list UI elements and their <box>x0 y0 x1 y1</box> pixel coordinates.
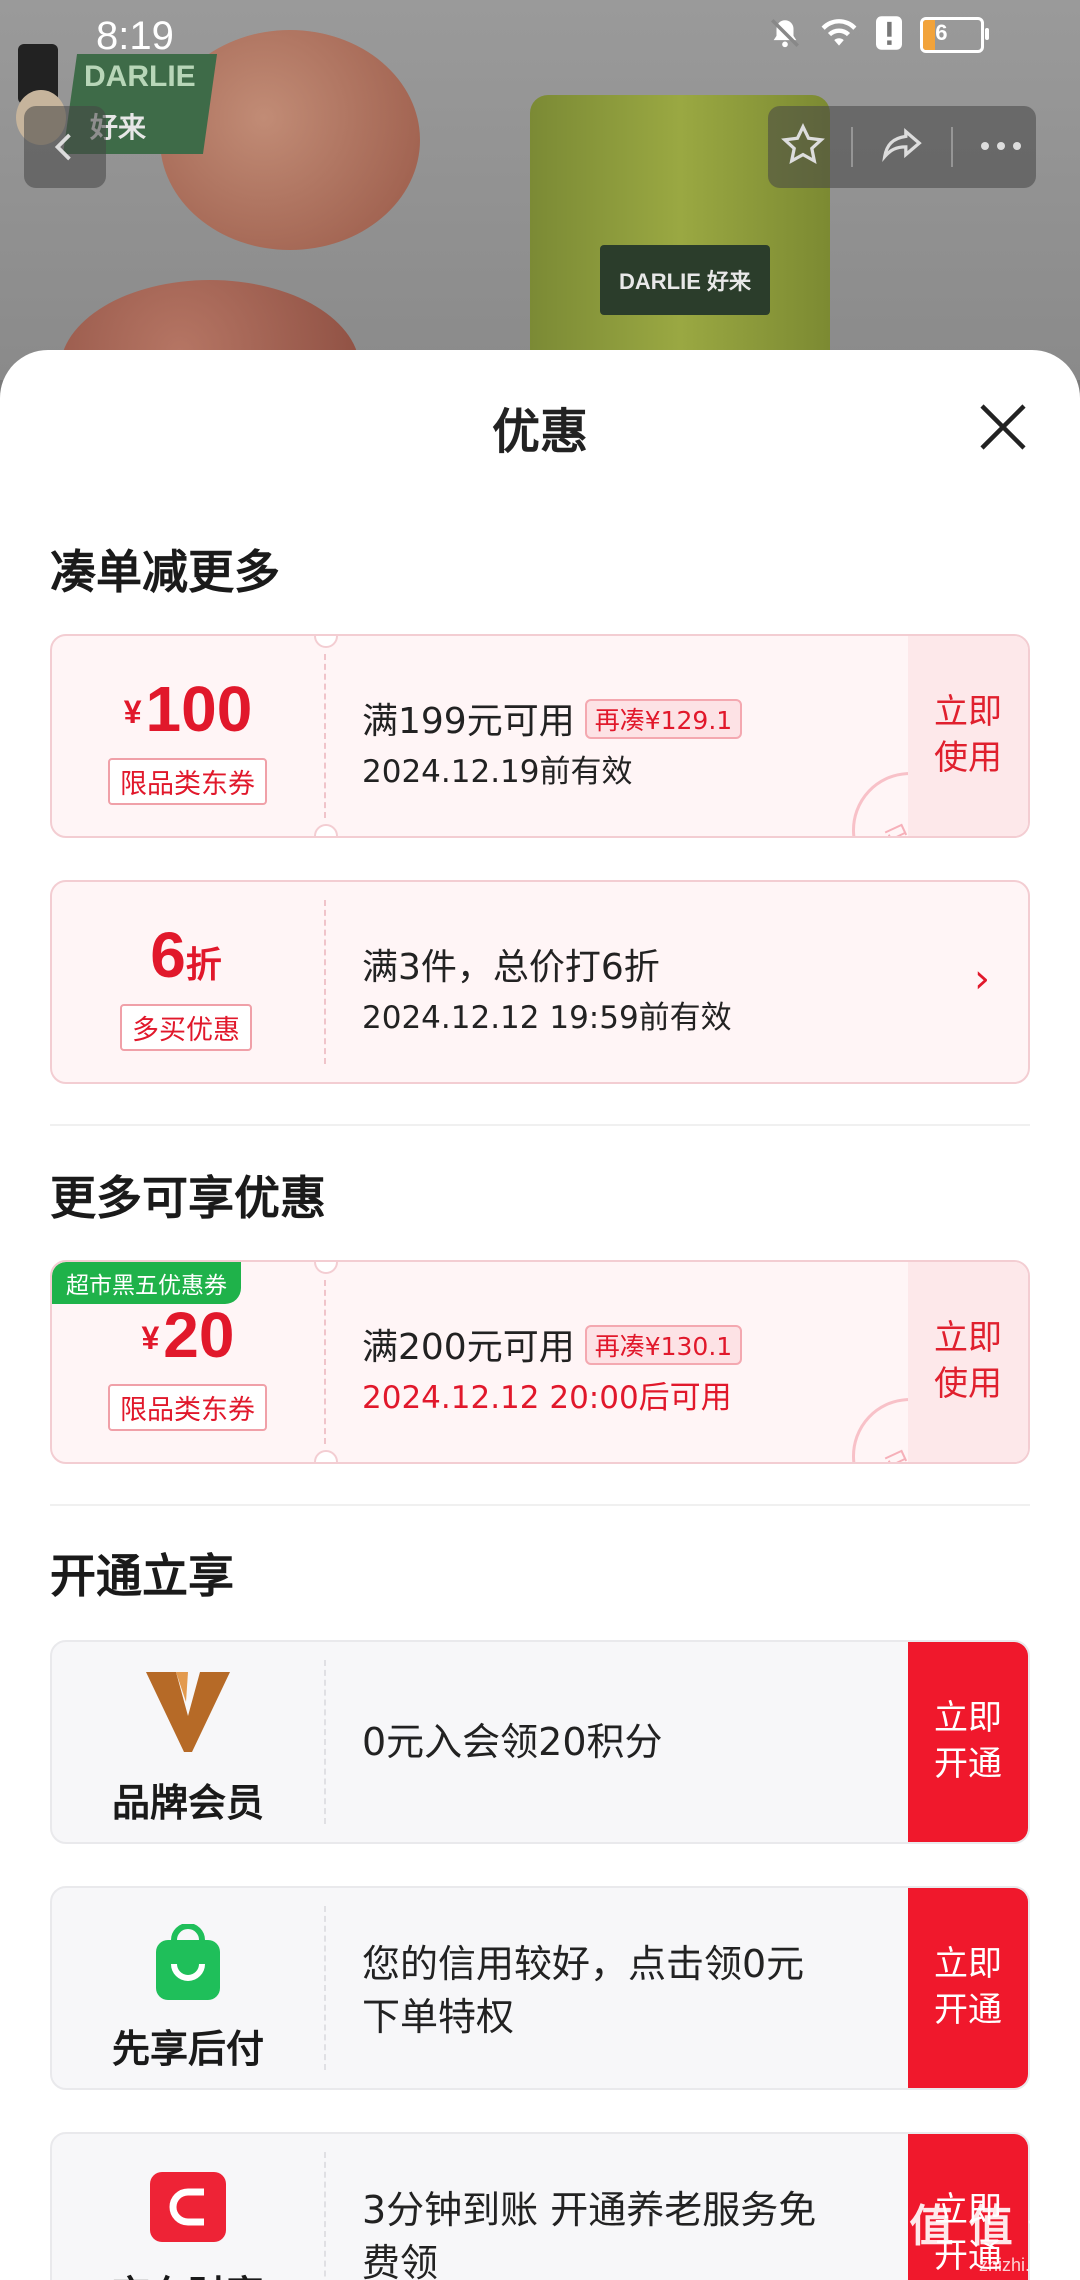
service-text: 您的信用较好，点击领0元 下单特权 <box>362 1942 805 2040</box>
section-title: 凑单减更多 <box>50 545 280 599</box>
favorite-button[interactable] <box>780 122 826 172</box>
coupon-condition: 满199元可用 再凑¥129.1 <box>362 692 743 744</box>
chevron-right-icon: › <box>974 956 990 1002</box>
coupon-amount: ¥100 <box>123 673 253 745</box>
red-wallet-icon <box>150 2172 226 2242</box>
battery-icon: 16 <box>920 17 989 53</box>
watermark-url: zhizhi.com <box>978 2255 1064 2275</box>
service-label: 品牌会员 <box>111 1781 264 1825</box>
section-title: 开通立享 <box>50 1549 234 1603</box>
wifi-icon <box>820 17 858 53</box>
activate-button[interactable]: 立即 开通 <box>908 1642 1028 1842</box>
more-button[interactable] <box>978 138 1024 157</box>
coupon-type-tag: 限品类东券 <box>108 758 267 805</box>
service-label: 京东财富 <box>52 2264 324 2280</box>
service-text: 0元入会领20积分 <box>362 1720 663 1764</box>
share-button[interactable] <box>878 122 926 172</box>
service-text: 3分钟到账 开通养老服务免 费领 <box>362 2188 817 2280</box>
chevron-left-icon <box>54 133 71 161</box>
add-more-pill: 再凑¥130.1 <box>584 1325 743 1365</box>
sheet-title: 优惠 <box>491 404 588 460</box>
promotions-sheet: 优惠 凑单减更多 ¥100 限品类东券 满199元可用 再凑¥129.1 2024… <box>0 350 1080 2280</box>
service-card[interactable]: 品牌会员 0元入会领20积分 立即 开通 <box>50 1640 1030 1844</box>
watermark: 值 值 值 <box>909 2201 1072 2252</box>
coupon-validity: 2024.12.19前有效 <box>362 754 633 790</box>
discount-validity: 2024.12.12 19:59前有效 <box>362 1000 732 1036</box>
coupon-type-tag: 限品类东券 <box>108 1384 267 1431</box>
coupon-condition: 满200元可用 再凑¥130.1 <box>362 1318 743 1370</box>
service-label: 先享后付 <box>111 2027 264 2071</box>
service-card[interactable]: 京东财富 3分钟到账 开通养老服务免费领 立即开通 <box>50 2132 1030 2280</box>
status-bar: 8:19 16 <box>0 0 1080 80</box>
activate-button[interactable]: 立即 开通 <box>908 1888 1028 2088</box>
coupon-card[interactable]: 超市黑五优惠券 ¥20 限品类东券 满200元可用 再凑¥130.1 2024.1… <box>50 1260 1030 1464</box>
more-dots-icon <box>980 141 1021 150</box>
discount-type-tag: 多买优惠 <box>120 1004 252 1051</box>
section-title: 更多可享优惠 <box>50 1171 326 1225</box>
discount-amount: 6折 <box>150 919 222 991</box>
close-icon <box>980 404 1026 450</box>
status-time: 8:19 <box>96 14 174 58</box>
service-card[interactable]: 先享后付 您的信用较好，点击领0元 下单特权 立即 开通 <box>50 1886 1030 2090</box>
share-icon <box>882 128 922 162</box>
v-brand-icon <box>146 1672 230 1752</box>
discount-condition: 满3件，总价打6折 <box>362 947 660 988</box>
coupon-amount: ¥20 <box>141 1299 235 1371</box>
tube-logo: DARLIE 好来 <box>600 245 770 315</box>
use-now-button[interactable]: 立即 使用 <box>908 1262 1028 1462</box>
alert-icon <box>876 16 902 54</box>
add-more-pill: 再凑¥129.1 <box>584 699 743 739</box>
green-bag-icon <box>156 1924 220 2000</box>
close-button[interactable] <box>976 400 1030 454</box>
bell-muted-icon <box>768 16 802 54</box>
top-actions <box>768 106 1036 188</box>
star-icon <box>781 123 826 165</box>
back-button[interactable] <box>24 106 106 188</box>
discount-card[interactable]: 6折 多买优惠 满3件，总价打6折 2024.12.12 19:59前有效 › <box>50 880 1030 1084</box>
use-now-button[interactable]: 立即 使用 <box>908 636 1028 836</box>
coupon-card[interactable]: ¥100 限品类东券 满199元可用 再凑¥129.1 2024.12.19前有效… <box>50 634 1030 838</box>
coupon-validity: 2024.12.12 20:00后可用 <box>362 1380 732 1416</box>
